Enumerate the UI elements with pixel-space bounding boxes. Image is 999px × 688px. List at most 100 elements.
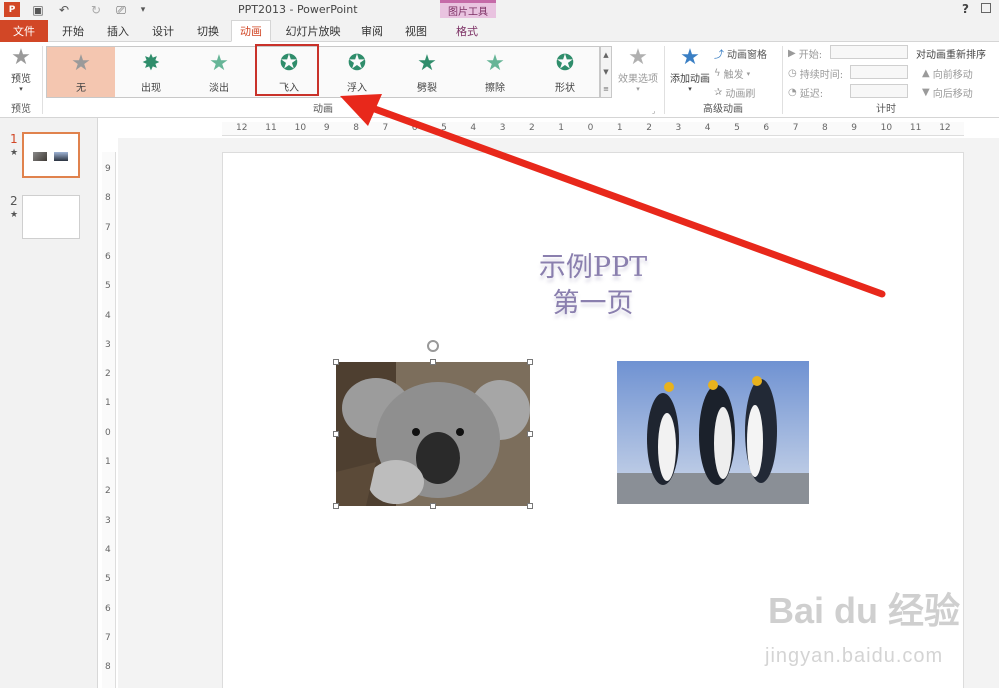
animation-shape[interactable]: ✪ 形状	[531, 47, 599, 97]
duration-input[interactable]	[850, 65, 908, 79]
rotate-handle[interactable]	[427, 340, 439, 352]
preview-group-label: 预览	[11, 104, 31, 115]
ruler-tick-label: 12	[939, 123, 951, 133]
move-earlier-label: 向前移动	[932, 70, 973, 81]
effect-options-dropdown-icon: ▾	[636, 85, 640, 93]
resize-handle-bottom-right[interactable]	[527, 503, 533, 509]
slide-1-penguins-mini	[54, 152, 68, 161]
ruler-tick-label: 1	[105, 398, 111, 409]
ruler-tick-label: 4	[704, 123, 711, 133]
animation-pane-label: 动画窗格	[727, 50, 767, 61]
animation-float-in[interactable]: ✪ 浮入	[323, 47, 391, 97]
tab-transitions[interactable]: 切换	[190, 20, 226, 42]
slide-2-thumbnail[interactable]	[22, 195, 80, 239]
animation-split-label: 劈裂	[417, 83, 437, 94]
preview-button[interactable]: ★ 预览 ▾	[6, 46, 36, 94]
star-float-in-icon: ✪	[347, 51, 367, 76]
tab-format[interactable]: 格式	[446, 20, 488, 42]
resize-handle-left[interactable]	[333, 431, 339, 437]
slide-title-line1[interactable]: 示例PPT	[523, 245, 663, 284]
tab-home[interactable]: 开始	[55, 20, 91, 42]
star-appear-icon: ✸	[141, 51, 161, 76]
gallery-scroll[interactable]: ▲ ▼ ≡	[600, 46, 612, 98]
resize-handle-top[interactable]	[430, 359, 436, 365]
add-animation-label: 添加动画	[670, 74, 710, 85]
tab-insert[interactable]: 插入	[100, 20, 136, 42]
star-wipe-icon: ★	[485, 51, 505, 76]
resize-handle-right[interactable]	[527, 431, 533, 437]
animation-fade[interactable]: ★ 淡出	[185, 47, 253, 97]
ruler-tick-label: 4	[105, 310, 111, 321]
ruler-tick-label: 11	[265, 123, 277, 133]
move-earlier-button[interactable]: ▲ 向前移动	[922, 66, 973, 81]
animation-none-label: 无	[76, 83, 86, 94]
ruler-tick-label: 4	[470, 123, 477, 133]
window-title: PPT2013 - PowerPoint	[238, 3, 358, 16]
effect-options-star-icon: ★	[628, 45, 648, 70]
slide-1-koala-mini	[33, 152, 47, 161]
animation-painter-button[interactable]: ✰ 动画刷	[714, 85, 755, 100]
ruler-tick-label: 1	[105, 457, 111, 467]
preview-label: 预览	[11, 74, 31, 85]
resize-handle-top-left[interactable]	[333, 359, 339, 365]
penguins-picture[interactable]	[617, 361, 809, 504]
duration-clock-icon: ◷	[788, 68, 797, 79]
animation-pane-icon: ⤴	[714, 50, 724, 61]
ruler-tick-label: 10	[294, 123, 307, 133]
effect-options-button[interactable]: ★ 效果选项 ▾	[616, 45, 660, 94]
title-bar: P ▣ ↶ ↻ ⎚ ▾ PPT2013 - PowerPoint 图片工具 ?	[0, 0, 999, 20]
gallery-scroll-up-icon[interactable]: ▲	[603, 51, 608, 59]
delay-input[interactable]	[850, 84, 908, 98]
add-animation-button[interactable]: ★ 添加动画 ▾	[668, 46, 712, 94]
resize-handle-top-right[interactable]	[527, 359, 533, 365]
penguins-image	[617, 361, 809, 504]
resize-handle-bottom[interactable]	[430, 503, 436, 509]
trigger-button[interactable]: ϟ 触发 ▾	[714, 66, 750, 81]
tab-design[interactable]: 设计	[145, 20, 181, 42]
powerpoint-logo-icon: P	[4, 2, 20, 17]
star-split-icon: ★	[417, 51, 437, 76]
ruler-tick-label: 4	[105, 544, 111, 555]
presentation-start-icon[interactable]: ⎚	[113, 2, 129, 18]
start-select[interactable]	[830, 45, 908, 59]
animation-dialog-launcher-icon[interactable]: ⌟	[652, 107, 655, 115]
picture-tools-context-label: 图片工具	[440, 0, 496, 18]
ruler-tick-label: 0	[587, 123, 594, 133]
animation-wipe[interactable]: ★ 擦除	[461, 47, 529, 97]
start-text: 开始:	[798, 50, 823, 61]
animation-split[interactable]: ★ 劈裂	[393, 47, 461, 97]
tab-view[interactable]: 视图	[398, 20, 434, 42]
tab-review[interactable]: 审阅	[354, 20, 390, 42]
undo-icon[interactable]: ↶	[56, 2, 72, 18]
delay-clock-icon: ◔	[788, 87, 797, 98]
customize-toolbar-icon[interactable]: ▾	[135, 2, 151, 18]
tab-file[interactable]: 文件	[0, 20, 48, 42]
slide-2-animation-star-icon: ★	[10, 210, 19, 220]
animation-painter-icon: ✰	[714, 87, 723, 98]
save-icon[interactable]: ▣	[30, 2, 46, 18]
ruler-tick-label: 7	[792, 123, 799, 133]
gallery-scroll-down-icon[interactable]: ▼	[603, 68, 608, 76]
move-later-button[interactable]: ▼ 向后移动	[922, 85, 973, 100]
slide-1-thumbnail[interactable]	[22, 132, 80, 178]
advanced-animation-group-label: 高级动画	[703, 104, 743, 115]
slide-title-line2[interactable]: 第一页	[523, 281, 663, 320]
group-separator	[664, 46, 665, 114]
resize-handle-bottom-left[interactable]	[333, 503, 339, 509]
gallery-more-icon[interactable]: ≡	[603, 85, 609, 93]
ruler-tick-label: 3	[499, 123, 506, 133]
help-button[interactable]: ?	[962, 2, 969, 16]
ruler-tick-label: 6	[763, 123, 770, 133]
animation-pane-button[interactable]: ⤴ 动画窗格	[714, 46, 767, 61]
restore-window-button[interactable]	[981, 3, 991, 13]
koala-picture[interactable]	[336, 362, 530, 506]
animation-appear[interactable]: ✸ 出现	[117, 47, 185, 97]
ruler-tick-label: 9	[323, 123, 330, 133]
move-later-label: 向后移动	[932, 89, 973, 100]
animation-none[interactable]: ★ 无	[47, 47, 115, 97]
ruler-tick-label: 11	[909, 123, 922, 133]
redo-icon[interactable]: ↻	[88, 2, 104, 18]
tab-slide-show[interactable]: 幻灯片放映	[280, 20, 346, 42]
timing-group-label: 计时	[876, 104, 896, 115]
tab-animations[interactable]: 动画	[231, 20, 271, 42]
